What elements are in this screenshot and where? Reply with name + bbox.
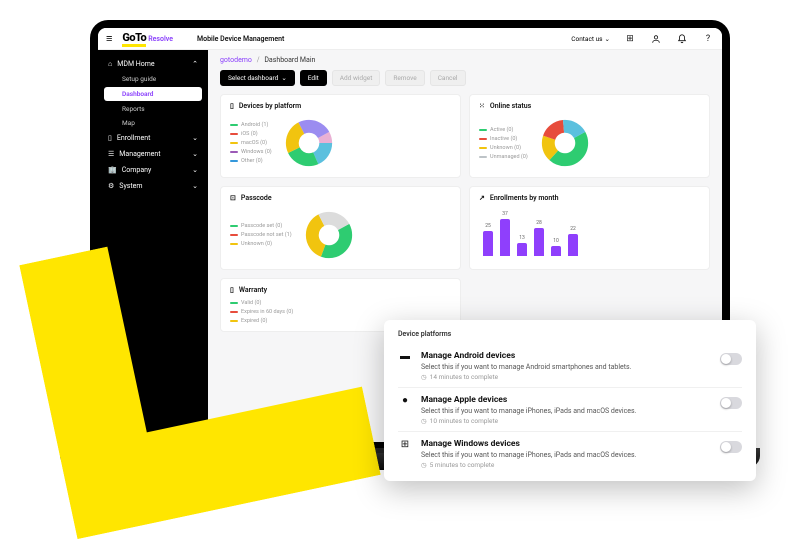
platform-title: Manage Apple devices — [421, 395, 711, 405]
chevron-down-icon: ⌄ — [192, 150, 198, 158]
gear-icon: ⚙ — [108, 182, 114, 190]
clock-icon: ◷ — [421, 373, 427, 381]
cancel-button[interactable]: Cancel — [430, 70, 466, 86]
page-title: Mobile Device Management — [197, 35, 284, 43]
clock-icon: ◷ — [421, 461, 427, 469]
platform-row[interactable]: ● Manage Apple devices Select this if you … — [398, 387, 742, 431]
legend-item: Android (1) — [230, 122, 272, 128]
platform-time: ◷10 minutes to complete — [421, 417, 711, 425]
user-icon[interactable] — [650, 33, 662, 45]
legend-item: Inactive (0) — [479, 136, 528, 142]
phone-icon: ▯ — [230, 102, 234, 110]
sliders-icon: ☰ — [108, 150, 114, 158]
android-icon: ▬ — [398, 351, 412, 381]
sidebar-item-company[interactable]: 🏢Company ⌄ — [98, 162, 208, 178]
breadcrumb: gotodemo / Dashboard Main — [208, 50, 722, 66]
card-enrollments: ↗Enrollments by month 253713281022 — [469, 186, 710, 270]
clock-icon: ◷ — [421, 417, 427, 425]
platform-desc: Select this if you want to manage iPhone… — [421, 451, 711, 459]
dashboard-toolbar: Select dashboard⌄ Edit Add widget Remove… — [208, 66, 722, 94]
home-icon: ⌂ — [108, 60, 112, 68]
sidebar-sub-reports[interactable]: Reports — [98, 102, 208, 116]
card-devices-by-platform: ▯Devices by platform Android (1)iOS (0)m… — [220, 94, 461, 178]
platform-toggle[interactable] — [720, 441, 742, 453]
platform-time: ◷5 minutes to complete — [421, 461, 711, 469]
breadcrumb-current: Dashboard Main — [264, 56, 315, 64]
legend-item: Other (0) — [230, 158, 272, 164]
chevron-down-icon: ⌄ — [192, 182, 198, 190]
windows-icon: ⊞ — [398, 439, 412, 469]
bar-chart: 253713281022 — [479, 208, 700, 256]
legend-item: Unmanaged (0) — [479, 154, 528, 160]
chevron-up-icon: ⌃ — [192, 60, 198, 68]
donut-chart — [282, 116, 336, 170]
legend-item: macOS (0) — [230, 140, 272, 146]
legend-item: Windows (0) — [230, 149, 272, 155]
signal-icon: ⁙ — [479, 102, 485, 110]
edit-button[interactable]: Edit — [300, 70, 327, 86]
apps-grid-icon[interactable]: ⊞ — [624, 33, 636, 45]
add-widget-button[interactable]: Add widget — [332, 70, 381, 86]
legend: Active (0) Inactive (0) Unknown (0) Unmanag… — [479, 127, 528, 160]
platform-toggle[interactable] — [720, 397, 742, 409]
brand-sub: Resolve — [148, 35, 173, 43]
platform-title: Manage Windows devices — [421, 439, 711, 449]
platform-desc: Select this if you want to manage iPhone… — [421, 407, 711, 415]
apple-icon: ● — [398, 395, 412, 425]
building-icon: 🏢 — [108, 166, 117, 174]
panel-heading: Device platforms — [398, 330, 742, 338]
breadcrumb-root[interactable]: gotodemo — [220, 56, 252, 64]
topbar: ≡ GoTo Resolve Mobile Device Management … — [98, 28, 722, 50]
device-platforms-panel: Device platforms ▬ Manage Android devices… — [384, 320, 756, 481]
sidebar-item-enrollment[interactable]: ▯Enrollment ⌄ — [98, 130, 208, 146]
sidebar-item-management[interactable]: ☰Management ⌄ — [98, 146, 208, 162]
donut-chart — [538, 116, 592, 170]
sidebar-item-system[interactable]: ⚙System ⌄ — [98, 178, 208, 194]
chevron-down-icon: ⌄ — [192, 134, 198, 142]
trend-icon: ↗ — [479, 194, 485, 202]
legend: Android (1) iOS (0) macOS (0) Windows (0) Ot… — [230, 122, 272, 164]
menu-icon[interactable]: ≡ — [106, 32, 112, 45]
select-dashboard-button[interactable]: Select dashboard⌄ — [220, 70, 295, 86]
sidebar-sub-map[interactable]: Map — [98, 116, 208, 130]
legend-item: iOS (0) — [230, 131, 272, 137]
sidebar-item-mdm-home[interactable]: ⌂MDM Home ⌃ — [98, 56, 208, 72]
platform-row[interactable]: ⊞ Manage Windows devices Select this if yo… — [398, 431, 742, 475]
contact-link[interactable]: Contact us⌄ — [571, 35, 610, 43]
legend-item: Active (0) — [479, 127, 528, 133]
passcode-icon: ⊡ — [230, 194, 236, 202]
platform-row[interactable]: ▬ Manage Android devices Select this if yo… — [398, 344, 742, 387]
sidebar-sub-dashboard[interactable]: Dashboard — [104, 87, 202, 101]
chevron-down-icon: ⌄ — [192, 166, 198, 174]
bell-icon[interactable] — [676, 33, 688, 45]
platform-time: ◷14 minutes to complete — [421, 373, 711, 381]
platform-title: Manage Android devices — [421, 351, 711, 361]
phone-icon: ▯ — [108, 134, 112, 142]
platform-desc: Select this if you want to manage Androi… — [421, 363, 711, 371]
remove-button[interactable]: Remove — [385, 70, 424, 86]
brand-logo[interactable]: GoTo Resolve — [122, 31, 173, 47]
decorative-l-shape — [19, 201, 380, 539]
legend-item: Unknown (0) — [479, 145, 528, 151]
chevron-down-icon: ⌄ — [281, 74, 286, 82]
sidebar-sub-setup-guide[interactable]: Setup guide — [98, 72, 208, 86]
chevron-down-icon: ⌄ — [605, 35, 610, 43]
platform-toggle[interactable] — [720, 353, 742, 365]
brand-main: GoTo — [122, 31, 146, 47]
card-online-status: ⁙Online status Active (0)Inactive (0)Unk… — [469, 94, 710, 178]
help-icon[interactable]: ? — [702, 33, 714, 45]
